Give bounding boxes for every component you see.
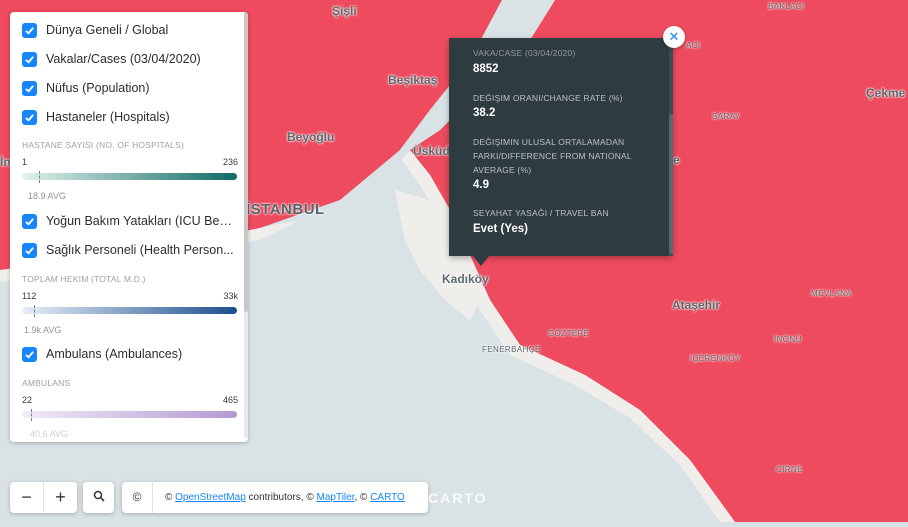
map-label-istanbul: İSTANBUL [246, 201, 325, 218]
popup-close-button[interactable]: ✕ [663, 26, 685, 48]
scale-min-hospitals: 1 [22, 157, 28, 167]
scale-max-md: 33k [223, 291, 238, 301]
openstreetmap-link[interactable]: OpenStreetMap [175, 492, 246, 503]
scale-bar-md [22, 307, 237, 314]
map-label-e: e [673, 153, 680, 167]
map-label-icerenkoy: İÇERENKÖY [690, 354, 741, 363]
carto-logo: CARTO [428, 490, 488, 506]
popup-scrollbar[interactable] [669, 38, 673, 256]
scale-title-hospitals: HASTANE SAYISI (NO. OF HOSPITALS) [22, 140, 184, 150]
attribution-mid1: contributors, © [245, 492, 317, 503]
attribution-mid2: , © [354, 492, 371, 503]
map-label-aci: ACI [686, 41, 701, 50]
attribution-bar: © © OpenStreetMap contributors, © MapTil… [122, 482, 428, 513]
layer-label: Nüfus (Population) [46, 81, 150, 95]
map-label-atasehir: Ataşehir [672, 298, 721, 312]
zoom-control: − + [10, 482, 77, 513]
zoom-in-button[interactable]: + [44, 482, 77, 513]
close-icon[interactable]: ✕ [669, 29, 680, 45]
scale-max-ambulances: 465 [222, 395, 238, 405]
map-label-fenerbahce: FENERBAHÇE [482, 345, 541, 354]
layer-toggle-health-personnel[interactable]: Sağlık Personeli (Health Person... [22, 240, 234, 260]
legend-scrollbar[interactable] [244, 12, 248, 438]
layer-label: Vakalar/Cases (03/04/2020) [46, 52, 201, 66]
scale-min-ambulances: 22 [22, 395, 33, 405]
map-label-cekme: Çekme [866, 86, 906, 100]
map-label-inonu: İNÖNÜ [774, 335, 802, 344]
layer-toggle-icu-beds[interactable]: Yoğun Bakım Yatakları (ICU Beds) [22, 211, 236, 231]
layer-toggle-population[interactable]: Nüfus (Population) [22, 78, 150, 98]
map-label-saray: SARAY [712, 112, 741, 121]
checkbox-icon[interactable] [22, 22, 37, 38]
layer-legend-panel[interactable]: Dünya Geneli / Global Vakalar/Cases (03/… [10, 12, 248, 442]
legend-scrollbar-thumb[interactable] [244, 12, 248, 312]
map-label-besiktas: Beşiktaş [388, 73, 438, 87]
scale-avg-marker-hospitals [38, 171, 40, 183]
carto-link[interactable]: CARTO [370, 492, 405, 503]
layer-toggle-global[interactable]: Dünya Geneli / Global [22, 20, 168, 40]
checkbox-icon[interactable] [22, 213, 37, 229]
popup-label-national-diff: DEĞIŞIMIN ULUSAL ORTALAMADAN FARKI/DIFFE… [473, 137, 632, 175]
map-label-mevlana: MEVLANA [811, 289, 853, 298]
scale-bar-ambulances [22, 411, 237, 418]
zoom-out-button[interactable]: − [10, 482, 43, 513]
popup-label-cases: VAKA/CASE (03/04/2020) [473, 48, 576, 58]
map-label-sisli: Şişli [332, 4, 357, 18]
maptiler-link[interactable]: MapTiler [317, 492, 355, 503]
attribution-prefix: © [165, 492, 176, 503]
scale-avg-md: 1.9k AVG [24, 325, 62, 335]
map-label-goztepe: GÖZTEPE [548, 329, 590, 338]
map-label-beyoglu: Beyoğlu [287, 130, 335, 144]
popup-pointer [473, 256, 489, 266]
copyright-icon[interactable]: © [122, 482, 153, 513]
layer-label: Ambulans (Ambulances) [46, 347, 183, 361]
checkbox-icon[interactable] [22, 242, 37, 258]
region-info-popup[interactable]: VAKA/CASE (03/04/2020) 8852 DEĞIŞIM ORAN… [449, 38, 673, 266]
popup-value-change-rate: 38.2 [473, 107, 496, 119]
scale-title-ambulances: AMBULANS [22, 378, 71, 388]
scale-max-hospitals: 236 [222, 157, 238, 167]
search-icon[interactable] [93, 489, 105, 507]
scale-avg-marker-md [33, 305, 35, 317]
layer-label: Hastaneler (Hospitals) [46, 110, 170, 124]
layer-toggle-cases[interactable]: Vakalar/Cases (03/04/2020) [22, 49, 201, 69]
map-label-kadikoy: Kadıköy [442, 272, 489, 286]
checkbox-icon[interactable] [22, 346, 37, 362]
scale-avg-hospitals: 18.9 AVG [28, 191, 66, 201]
map-label-baklaci: BAKLACI [768, 2, 805, 11]
layer-label: Sağlık Personeli (Health Person... [46, 243, 234, 257]
scale-min-md: 112 [22, 291, 37, 301]
checkbox-icon[interactable] [22, 80, 37, 96]
scale-avg-marker-ambulances [31, 409, 33, 421]
popup-value-national-diff: 4.9 [473, 179, 489, 191]
checkbox-icon[interactable] [22, 51, 37, 67]
layer-toggle-ambulances[interactable]: Ambulans (Ambulances) [22, 344, 182, 364]
map-label-cirne: CİRNE [776, 465, 803, 474]
scale-avg-ambulances: 40.6 AVG [30, 429, 68, 439]
popup-label-travel-ban: SEYAHAT YASAĞI / TRAVEL BAN [473, 208, 609, 218]
layer-toggle-hospitals[interactable]: Hastaneler (Hospitals) [22, 107, 170, 127]
map-label-uskudar: Üsküdar [413, 144, 449, 158]
scale-title-md: TOPLAM HEKIM (TOTAL M.D.) [22, 274, 146, 284]
attribution-text: © OpenStreetMap contributors, © MapTiler… [153, 492, 405, 503]
popup-scrollbar-thumb[interactable] [669, 114, 673, 254]
scale-bar-hospitals [22, 173, 237, 180]
checkbox-icon[interactable] [22, 109, 37, 125]
popup-value-cases: 8852 [473, 63, 499, 75]
popup-value-travel-ban: Evet (Yes) [473, 223, 528, 235]
search-button[interactable] [83, 482, 114, 513]
layer-label: Yoğun Bakım Yatakları (ICU Beds) [46, 214, 236, 228]
layer-label: Dünya Geneli / Global [46, 23, 169, 37]
popup-label-change-rate: DEĞIŞIM ORANI/CHANGE RATE (%) [473, 93, 623, 103]
